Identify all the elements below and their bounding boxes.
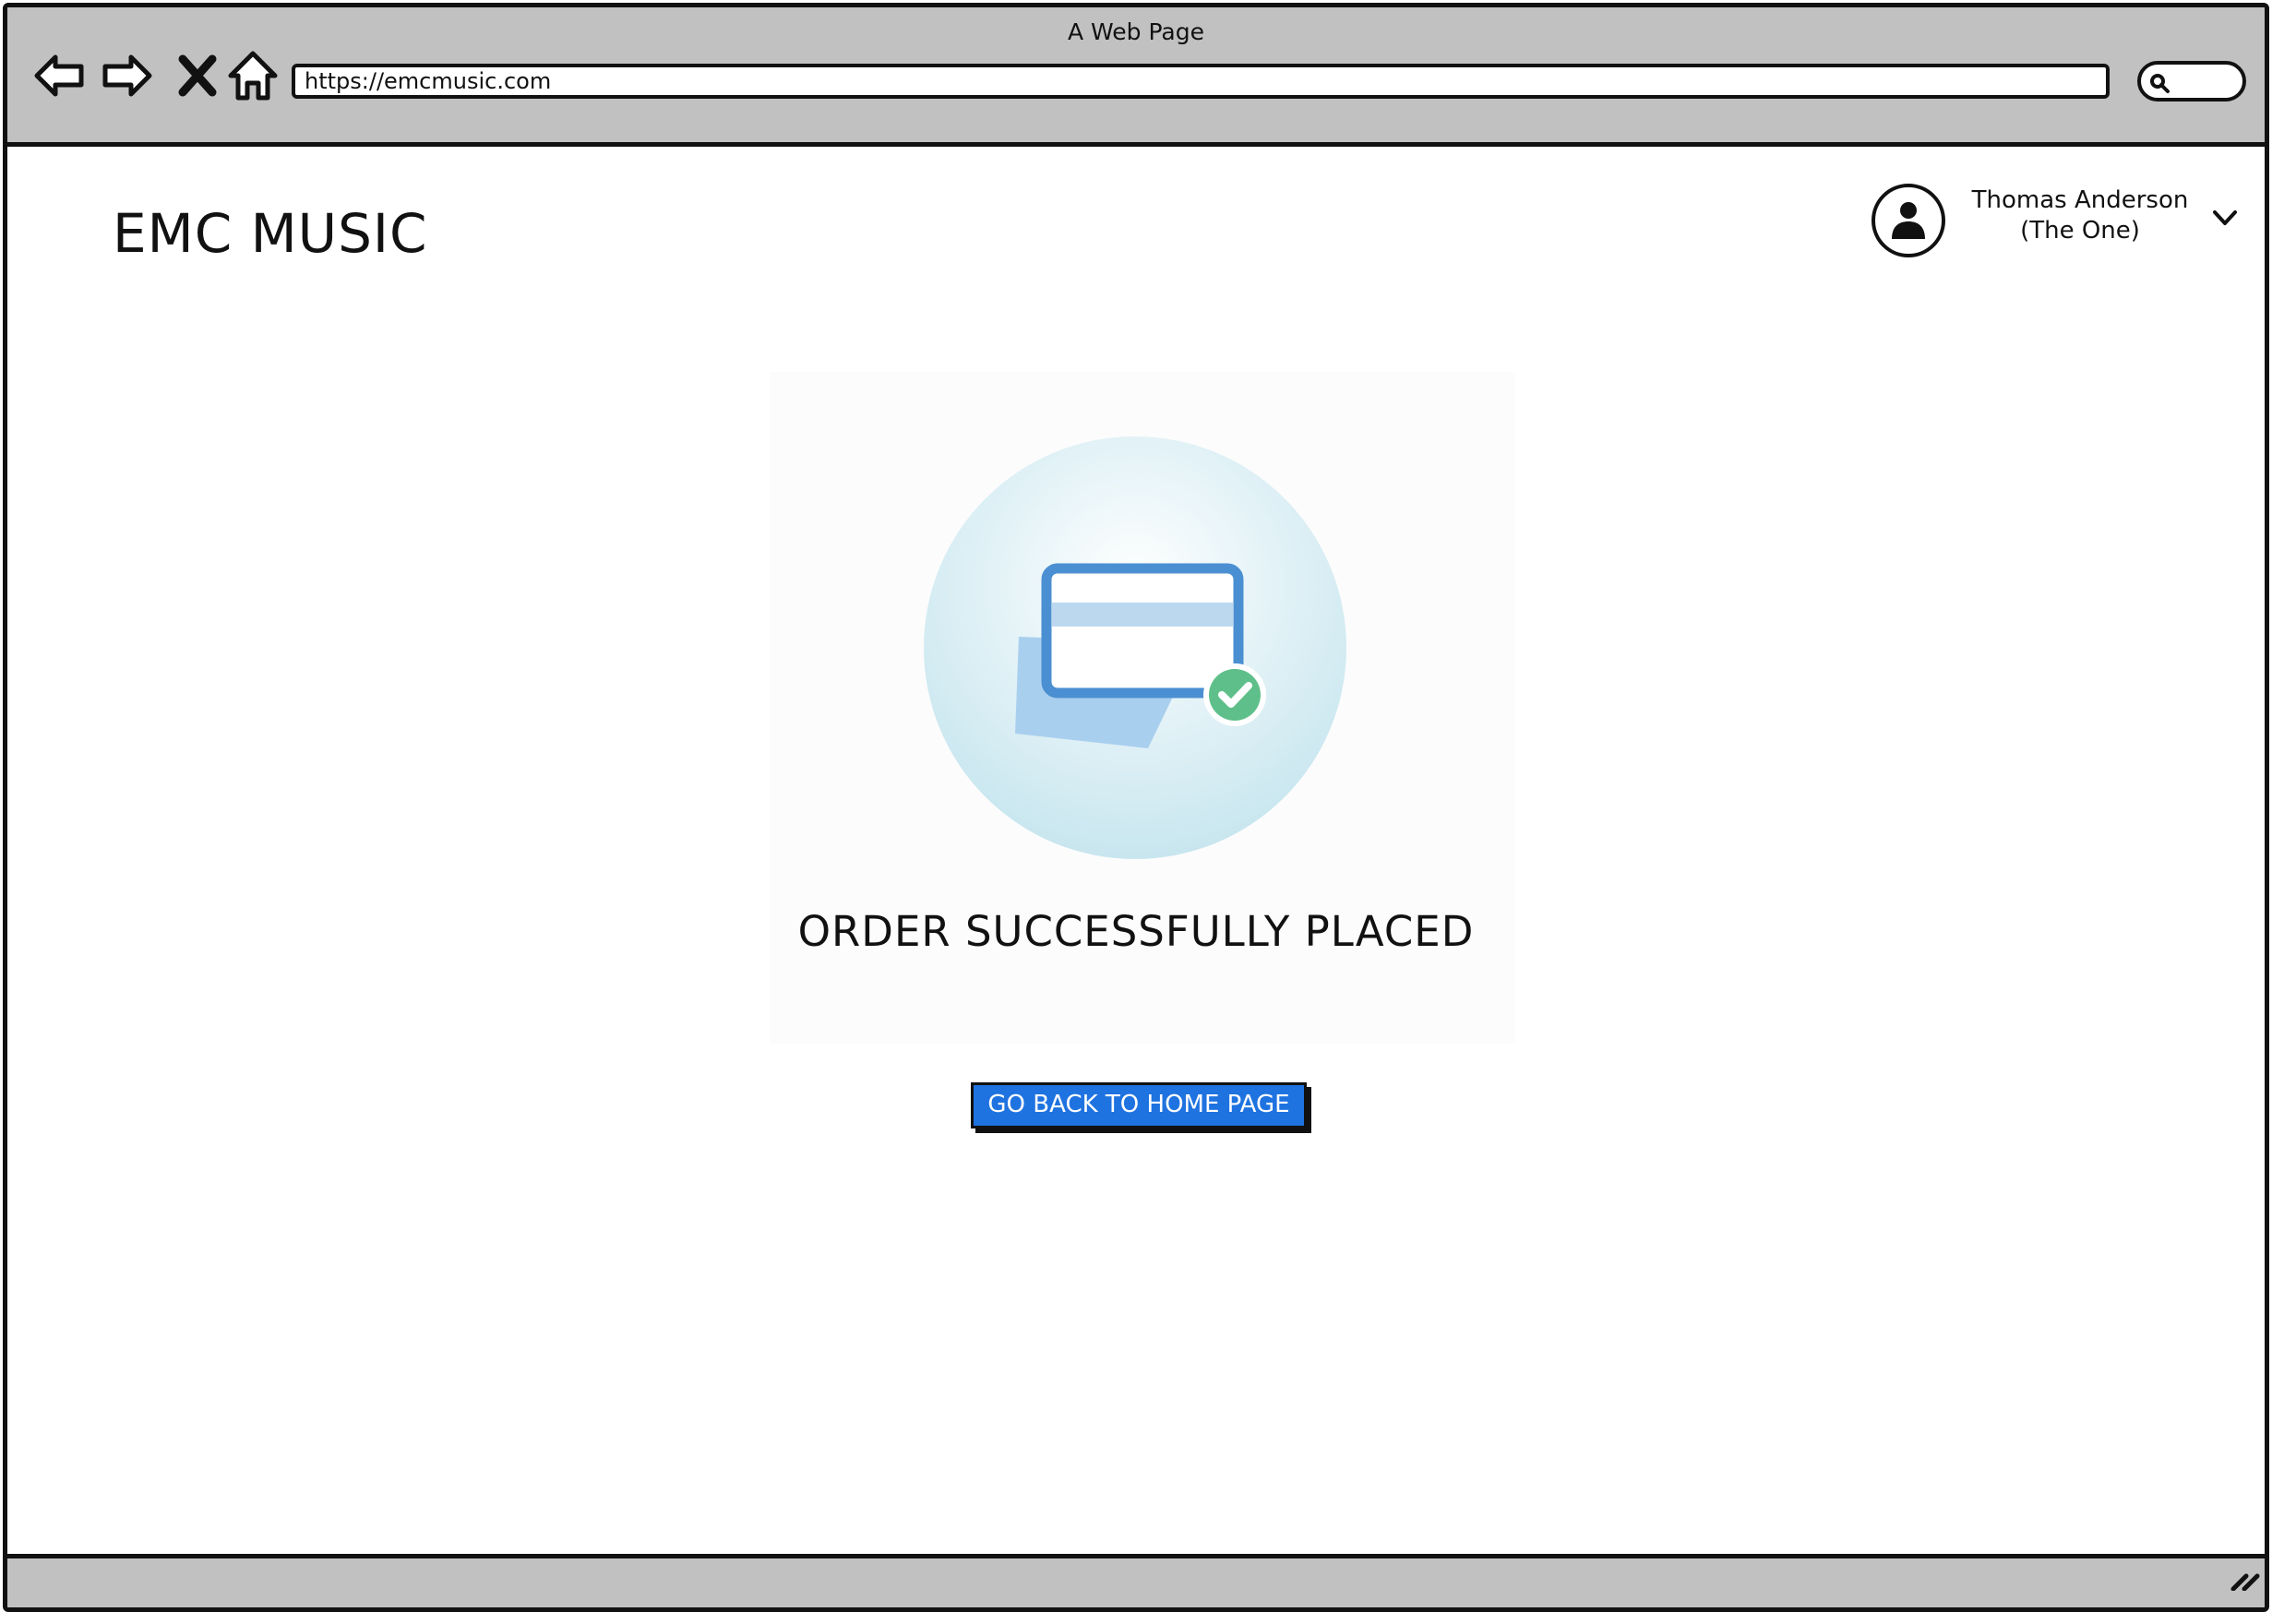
browser-search-button[interactable] <box>2137 61 2246 101</box>
browser-chrome: A Web Page https://emcmusic.com <box>7 7 2265 147</box>
url-input[interactable]: https://emcmusic.com <box>292 64 2110 99</box>
go-back-home-button[interactable]: GO BACK TO HOME PAGE <box>971 1082 1307 1128</box>
order-success-heading: ORDER SUCCESSFULLY PLACED <box>797 907 1475 956</box>
browser-window: A Web Page https://emcmusic.com EMC MUSI… <box>3 3 2269 1612</box>
avatar[interactable] <box>1871 184 1945 257</box>
user-menu[interactable]: Thomas Anderson (The One) <box>1871 182 2259 265</box>
back-arrow-icon[interactable] <box>31 48 87 103</box>
user-name-block: Thomas Anderson (The One) <box>1960 185 2200 246</box>
browser-status-bar <box>7 1554 2265 1607</box>
page-content: EMC MUSIC Thomas Anderson (The One) ORDE… <box>7 147 2265 1607</box>
user-icon <box>1892 202 1925 239</box>
window-title: A Web Page <box>1067 18 1205 45</box>
user-subtitle: (The One) <box>2020 217 2140 245</box>
forward-arrow-icon[interactable] <box>100 48 155 103</box>
user-name: Thomas Anderson <box>1971 186 2189 214</box>
chevron-down-icon[interactable] <box>2209 202 2241 233</box>
resize-grip-icon[interactable] <box>2230 1572 2263 1592</box>
close-icon[interactable] <box>170 48 225 103</box>
search-icon <box>2150 74 2170 93</box>
site-logo[interactable]: EMC MUSIC <box>113 202 428 265</box>
home-icon[interactable] <box>225 48 281 103</box>
